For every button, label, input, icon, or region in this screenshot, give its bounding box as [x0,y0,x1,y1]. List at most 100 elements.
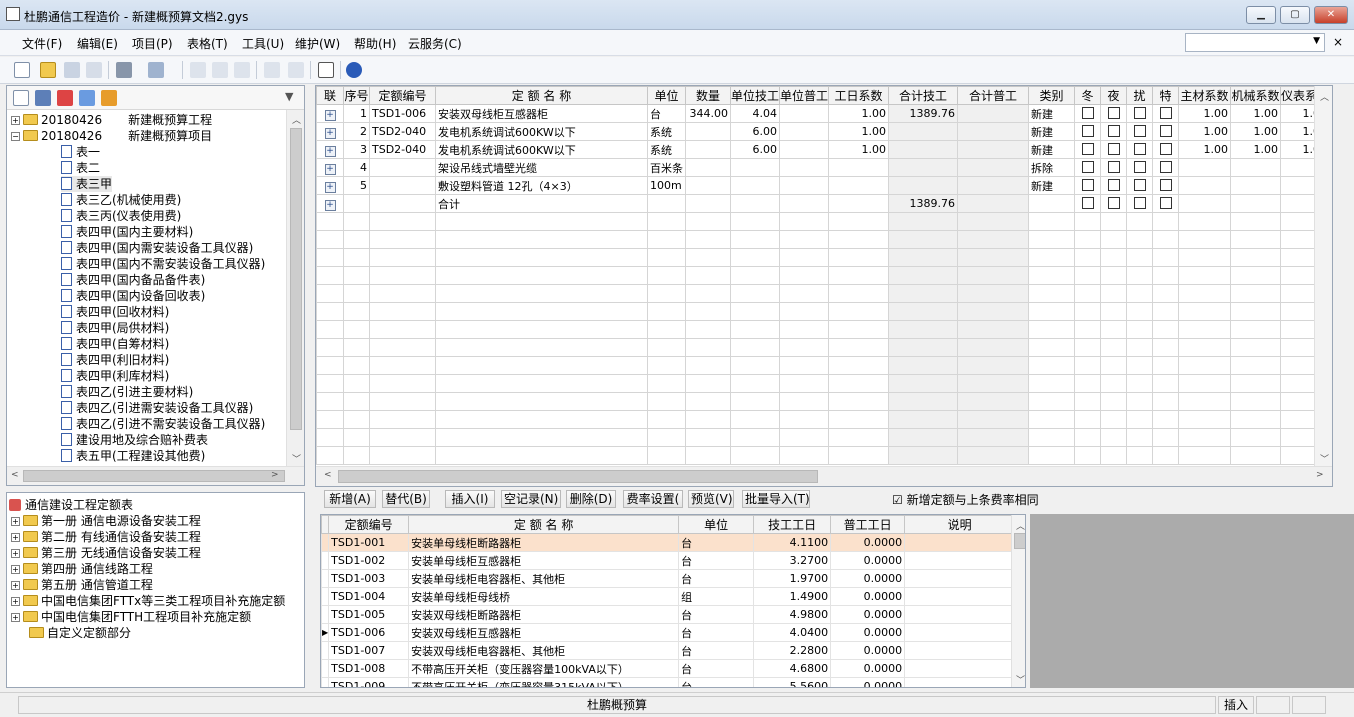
insert-button[interactable]: 插入(I) [445,490,495,508]
flag-checkbox[interactable] [1126,104,1154,123]
table-node[interactable]: 表四甲(利库材料) [61,368,169,384]
grid-cell-type[interactable]: 新建 [1028,140,1076,159]
maximize-button[interactable]: ▢ [1280,6,1310,24]
lib-cell-code[interactable]: TSD1-006 [328,623,410,642]
lib-cell-note[interactable] [904,533,1016,552]
lib-cell-name[interactable]: 安装双母线柜互感器柜 [408,623,680,642]
lib-cell-unit[interactable]: 台 [678,533,755,552]
add-button[interactable]: 新增(A) [324,490,376,508]
grid-cell-j[interactable]: 1.00 [1230,122,1282,141]
grid-cell-m[interactable] [1178,158,1232,177]
lib-cell-code[interactable]: TSD1-003 [328,569,410,588]
menu-help[interactable]: 帮助(H) [354,35,396,52]
grid-cell-sum_skill[interactable] [888,176,959,195]
grid-cell-unit[interactable] [647,194,686,213]
search-combo[interactable]: ▼ [1185,33,1325,52]
menu-project[interactable]: 项目(P) [132,35,173,52]
grid-cell-type[interactable]: 新建 [1028,176,1076,195]
grid-column-header[interactable]: 单位技工 [729,86,781,105]
menu-cloud[interactable]: 云服务(C) [408,35,462,52]
grid-cell-sum_normal[interactable] [957,140,1030,159]
flag-checkbox[interactable] [1126,176,1154,195]
link-cell[interactable]: + [316,104,344,123]
expand-icon[interactable]: + [324,199,336,211]
lib-cell-skill[interactable]: 1.4900 [753,587,832,606]
grid-cell-sum_normal[interactable] [957,158,1030,177]
grid-column-header[interactable]: 特 [1152,86,1180,105]
grid-cell-factor[interactable]: 1.00 [828,104,890,123]
grid-hscroll[interactable]: < > [316,466,1332,486]
expand-toggle[interactable]: + [11,597,20,606]
grid-cell-type[interactable] [1028,194,1076,213]
grid-cell-name[interactable]: 发电机系统调试600KW以下 [435,140,648,159]
grid-cell-qty[interactable]: 344.00 [685,104,731,123]
lib-cell-name[interactable]: 不带高压开关柜（变压器容量315kVA以下） [408,677,680,687]
expand-icon[interactable]: + [324,127,336,139]
grid-cell-factor[interactable] [828,194,890,213]
lib-cell-skill[interactable]: 4.0400 [753,623,832,642]
grid-cell-normal[interactable] [779,140,830,159]
lib-cell-name[interactable]: 安装单母线柜母线桥 [408,587,680,606]
lib-cell-note[interactable] [904,623,1016,642]
lib-cell-name[interactable]: 安装单母线柜互感器柜 [408,551,680,570]
expand-toggle[interactable]: + [11,517,20,526]
link-cell[interactable]: + [316,122,344,141]
grid-cell-sum_skill[interactable]: 1389.76 [888,104,959,123]
grid-cell-m[interactable]: 1.00 [1178,140,1232,159]
grid-cell-normal[interactable] [779,104,830,123]
batch-import-button[interactable]: 批量导入(T) [742,490,810,508]
lib-row[interactable]: TSD1-002 安装单母线柜互感器柜台 3.2700 0.0000 [321,551,1016,570]
grid-cell-factor[interactable]: 1.00 [828,140,890,159]
grid-column-header[interactable]: 定 额 名 称 [435,86,648,105]
quota-book-node[interactable]: 自定义定额部分 [29,625,131,641]
expand-toggle[interactable]: + [11,613,20,622]
grid-cell-seq[interactable]: 1 [343,104,370,123]
print-icon[interactable] [116,62,132,78]
lib-cell-code[interactable]: TSD1-008 [328,659,410,678]
grid-cell-factor[interactable] [828,158,890,177]
lib-cell-skill[interactable]: 2.2800 [753,641,832,660]
minimize-button[interactable]: ▁ [1246,6,1276,24]
lib-row[interactable]: TSD1-008 不带高压开关柜（变压器容量100kVA以下）台 4.6800 0.0… [321,659,1016,678]
lib-cell-skill[interactable]: 3.2700 [753,551,832,570]
grid-cell-j[interactable] [1230,194,1282,213]
grid-column-header[interactable]: 联 [316,86,344,105]
lib-cell-name[interactable]: 不带高压开关柜（变压器容量100kVA以下） [408,659,680,678]
flag-checkbox[interactable] [1074,122,1102,141]
grid-column-header[interactable]: 单位 [647,86,686,105]
grid-cell-j[interactable]: 1.00 [1230,104,1282,123]
grid-cell-j[interactable] [1230,176,1282,195]
lib-cell-unit[interactable]: 台 [678,641,755,660]
grid-cell-m[interactable]: 1.00 [1178,104,1232,123]
grid-row[interactable]: +1 TSD1-006 安装双母线柜互感器柜台 344.00 4.04 1.00 1389.… [316,104,1331,123]
menu-maintain[interactable]: 维护(W) [295,35,340,52]
project-node[interactable]: +20180426 新建概预算工程 [11,112,212,128]
expand-toggle[interactable]: + [11,565,20,574]
lib-row[interactable]: TSD1-007 安装双母线柜电容器柜、其他柜台 2.2800 0.0000 [321,641,1016,660]
export-icon[interactable] [101,90,117,106]
link-cell[interactable]: + [316,194,344,213]
lib-cell-note[interactable] [904,587,1016,606]
lib-cell-code[interactable]: TSD1-009 [328,677,410,687]
expand-toggle[interactable]: + [11,549,20,558]
save-all-icon[interactable] [86,62,102,78]
redo-icon[interactable] [288,62,304,78]
quota-book-node[interactable]: + 第三册 无线通信设备安装工程 [11,545,201,561]
lib-cell-unit[interactable]: 台 [678,569,755,588]
table-node[interactable]: 表四甲(局供材料) [61,320,169,336]
grid-cell-skill[interactable]: 4.04 [729,104,781,123]
lib-cell-skill[interactable]: 4.6800 [753,659,832,678]
grid-cell-factor[interactable] [828,176,890,195]
grid-cell-unit[interactable]: 系统 [647,122,686,141]
quota-book-node[interactable]: + 第二册 有线通信设备安装工程 [11,529,201,545]
grid-row[interactable]: +2 TSD2-040 发电机系统调试600KW以下 系统 6.00 1.00 新建 1.00… [316,122,1331,141]
flag-checkbox[interactable] [1126,122,1154,141]
grid-cell-normal[interactable] [779,194,830,213]
new-file-icon[interactable] [14,62,30,78]
grid-cell-m[interactable]: 1.00 [1178,122,1232,141]
table-node[interactable]: 表三丙(仪表使用费) [61,208,181,224]
grid-cell-seq[interactable]: 2 [343,122,370,141]
flag-checkbox[interactable] [1100,194,1128,213]
open-folder-icon[interactable] [40,62,56,78]
grid-cell-seq[interactable]: 4 [343,158,370,177]
